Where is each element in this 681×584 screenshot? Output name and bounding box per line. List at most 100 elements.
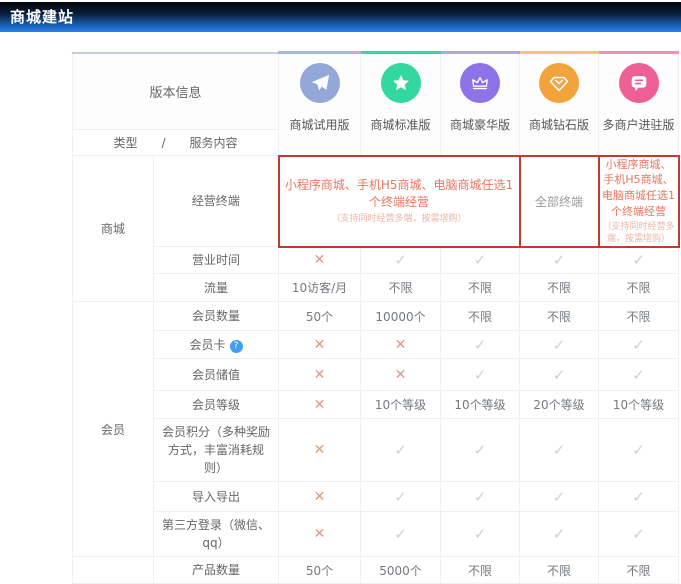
value-text: 不限 <box>547 310 571 324</box>
value-cell: ✓ <box>441 482 520 512</box>
value-text: 50个 <box>306 564 333 578</box>
value-cell: ✓ <box>520 512 599 557</box>
check-icon: ✓ <box>474 336 487 354</box>
value-cell: ✕ <box>279 247 361 274</box>
value-cell: 不限 <box>361 274 441 302</box>
value-cell: 不限 <box>441 302 520 331</box>
check-icon: ✓ <box>394 251 407 269</box>
value-cell: ✓ <box>441 331 520 359</box>
cross-icon: ✕ <box>395 367 407 383</box>
value-text: 不限 <box>468 310 492 324</box>
row-label: 经营终端 <box>154 156 279 247</box>
version-name: 多商户进驻版 <box>599 116 678 133</box>
value-cell: 10个等级 <box>361 391 441 419</box>
value-cell: ✓ <box>520 482 599 512</box>
value-cell: 小程序商城、手机H5商城、电脑商城任选1个终端经营 （支持同时经营多端，按需增购） <box>279 156 520 247</box>
version-column-deluxe[interactable]: 商城豪华版 <box>441 53 520 156</box>
value-cell: ✕ <box>279 331 361 359</box>
value-text: 10个等级 <box>454 398 505 412</box>
check-icon: ✓ <box>553 525 566 543</box>
version-header-row: 版本信息 商城试用版 <box>73 53 679 130</box>
value-cell: 10000个 <box>361 302 441 331</box>
value-cell: 50个 <box>279 302 361 331</box>
check-icon: ✓ <box>474 251 487 269</box>
check-icon: ✓ <box>632 251 645 269</box>
terminal-option-text: 小程序商城、手机H5商城、电脑商城任选1个终端经营 <box>600 157 678 221</box>
version-name: 商城标准版 <box>361 116 440 133</box>
pricing-table-container: 版本信息 商城试用版 <box>72 51 678 584</box>
row-label: 第三方登录（微信、qq） <box>154 512 279 557</box>
value-cell: ✕ <box>361 359 441 391</box>
check-icon: ✓ <box>553 251 566 269</box>
value-cell: 不限 <box>599 557 679 584</box>
value-cell: ✓ <box>441 512 520 557</box>
table-row: 会员积分（多种奖励方式，丰富消耗规则）✕✓✓✓✓ <box>73 419 679 482</box>
table-row: 商城经营终端小程序商城、手机H5商城、电脑商城任选1个终端经营（支持同时经营多端… <box>73 156 679 247</box>
value-cell: ✓ <box>520 359 599 391</box>
value-cell: ✓ <box>441 247 520 274</box>
table-row: 流量10访客/月不限不限不限不限 <box>73 274 679 302</box>
version-column-trial[interactable]: 商城试用版 <box>279 53 361 156</box>
row-label: 产品数量 <box>154 557 279 584</box>
value-cell: ✓ <box>599 419 679 482</box>
cross-icon: ✕ <box>314 367 326 383</box>
terminal-option-note: （支持同时经营多端，按需增购） <box>600 222 678 245</box>
version-column-standard[interactable]: 商城标准版 <box>361 53 441 156</box>
row-label: 会员数量 <box>154 302 279 331</box>
value-cell: 不限 <box>520 557 599 584</box>
version-name: 商城试用版 <box>279 116 360 133</box>
value-cell: 10访客/月 <box>279 274 361 302</box>
category-cell: 会员 <box>73 302 154 557</box>
version-column-diamond[interactable]: 商城钻石版 <box>520 53 599 156</box>
value-text: 不限 <box>547 564 571 578</box>
value-cell: 不限 <box>599 274 679 302</box>
value-text: 5000个 <box>379 564 422 578</box>
value-cell: 全部终端 <box>520 156 599 247</box>
value-cell: ✓ <box>599 512 679 557</box>
value-text: 10个等级 <box>375 398 426 412</box>
table-row: 营业时间✕✓✓✓✓ <box>73 247 679 274</box>
table-row: 会员会员数量50个10000个不限不限不限 <box>73 302 679 331</box>
row-label: 流量 <box>154 274 279 302</box>
value-cell: ✕ <box>279 391 361 419</box>
value-cell: 5000个 <box>361 557 441 584</box>
check-icon: ✓ <box>474 488 487 506</box>
value-text: 不限 <box>627 564 651 578</box>
table-row: 产品数量50个5000个不限不限不限 <box>73 557 679 584</box>
version-column-multi[interactable]: 多商户进驻版 <box>599 53 679 156</box>
check-icon: ✓ <box>394 525 407 543</box>
check-icon: ✓ <box>632 366 645 384</box>
table-body: 商城经营终端小程序商城、手机H5商城、电脑商城任选1个终端经营（支持同时经营多端… <box>73 156 679 584</box>
row-label: 导入导出 <box>154 482 279 512</box>
value-text: 20个等级 <box>533 398 584 412</box>
terminal-option-note: （支持同时经营多端，按需增购） <box>280 214 519 226</box>
value-cell: ✓ <box>441 359 520 391</box>
check-icon: ✓ <box>474 441 487 459</box>
paper-plane-icon <box>300 63 340 103</box>
check-icon: ✓ <box>474 366 487 384</box>
table-row: 会员等级✕10个等级10个等级20个等级10个等级 <box>73 391 679 419</box>
value-cell: 10个等级 <box>441 391 520 419</box>
diamond-icon <box>539 63 579 103</box>
value-text: 不限 <box>547 281 571 295</box>
value-text: 不限 <box>627 310 651 324</box>
type-separator: / <box>161 136 165 150</box>
chat-bubble-icon <box>619 63 659 103</box>
value-cell: ✓ <box>520 247 599 274</box>
value-cell: ✕ <box>279 482 361 512</box>
cross-icon: ✕ <box>395 337 407 353</box>
version-name: 商城钻石版 <box>520 116 598 133</box>
value-cell: ✓ <box>441 419 520 482</box>
value-text: 全部终端 <box>535 195 583 209</box>
terminal-option-text: 小程序商城、手机H5商城、电脑商城任选1个终端经营 <box>280 177 519 212</box>
value-cell: ✕ <box>279 419 361 482</box>
cross-icon: ✕ <box>314 397 326 413</box>
value-cell: 不限 <box>441 274 520 302</box>
version-info-header: 版本信息 <box>73 53 279 130</box>
check-icon: ✓ <box>553 336 566 354</box>
value-cell: 不限 <box>599 302 679 331</box>
check-icon: ✓ <box>632 336 645 354</box>
service-label: 服务内容 <box>190 134 238 151</box>
help-icon[interactable]: ? <box>230 340 243 353</box>
value-text: 50个 <box>306 310 333 324</box>
